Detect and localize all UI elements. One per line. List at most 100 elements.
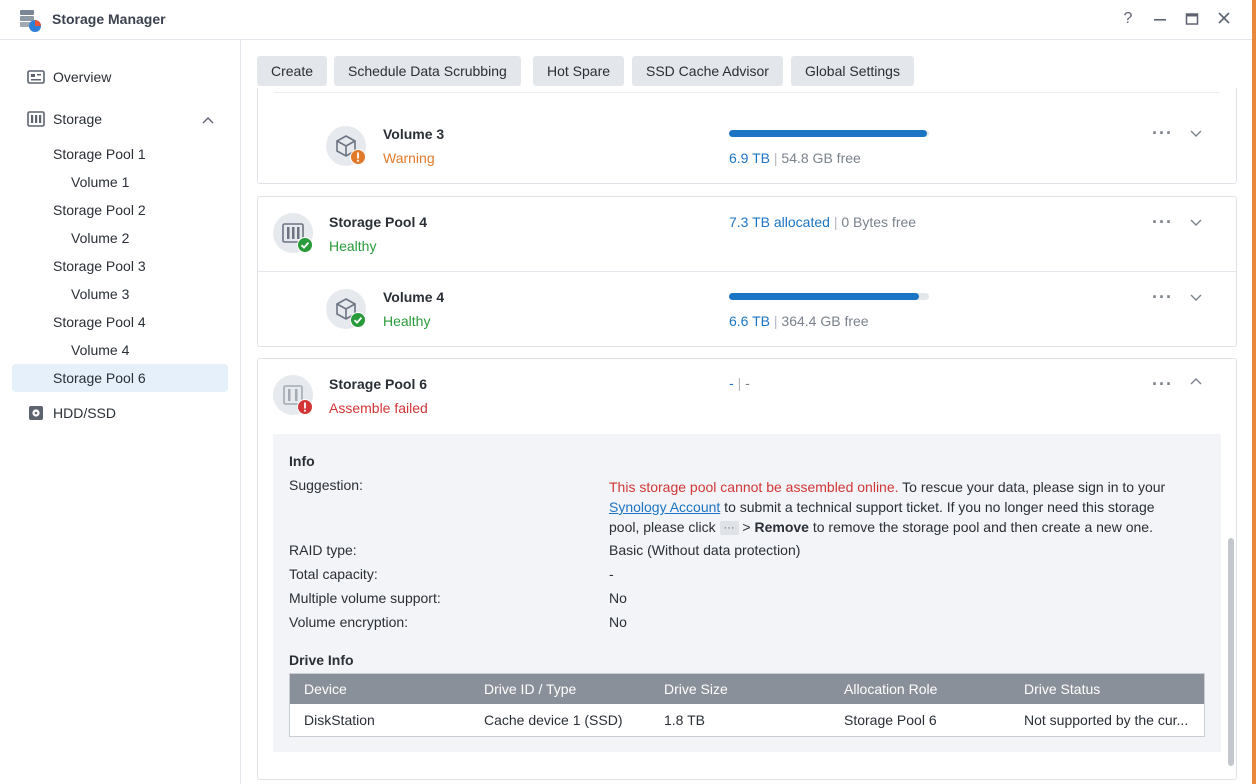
vertical-scrollbar[interactable] — [1228, 538, 1234, 766]
row-divider — [258, 271, 1236, 272]
column-header-drive-size[interactable]: Drive Size — [664, 674, 728, 704]
separator: | — [773, 150, 778, 166]
volume-encryption-value: No — [609, 614, 627, 630]
volume-3-free: 54.8 GB free — [781, 150, 861, 166]
raid-type-value: Basic (Without data protection) — [609, 542, 801, 558]
storage-manager-window: Storage Manager ? Overview Storage Stora… — [0, 0, 1252, 784]
volume-3-usage-bar — [729, 130, 929, 137]
sidebar-item-storage-pool-4[interactable]: Storage Pool 4 — [53, 308, 146, 336]
drive-info-heading: Drive Info — [289, 652, 354, 668]
suggestion-text: This storage pool cannot be assembled on… — [609, 477, 1209, 537]
minimize-button[interactable] — [1149, 8, 1171, 30]
suggestion-part-4: > — [738, 519, 755, 535]
volume-3-used: 6.9 TB — [729, 150, 770, 166]
volume-3-name[interactable]: Volume 3 — [383, 126, 444, 142]
more-options-icon[interactable]: ··· — [1152, 375, 1173, 393]
warning-icon — [350, 149, 366, 168]
volume-4-status: Healthy — [383, 313, 431, 329]
storage-pool-4-name[interactable]: Storage Pool 4 — [329, 214, 427, 230]
column-header-allocation-role[interactable]: Allocation Role — [844, 674, 937, 704]
volume-4-free: 364.4 GB free — [781, 313, 869, 329]
sidebar-item-storage-pool-1[interactable]: Storage Pool 1 — [53, 140, 146, 168]
error-icon — [297, 399, 313, 418]
storage-pool-6-allocated: - — [729, 375, 734, 391]
suggestion-error: This storage pool cannot be assembled on… — [609, 479, 899, 495]
volume-encryption-label: Volume encryption: — [289, 614, 409, 630]
cell-drive-id-type: Cache device 1 (SSD) — [484, 712, 623, 728]
separator: | — [773, 313, 778, 329]
hdd-icon — [28, 405, 44, 424]
sidebar-item-storage[interactable]: Storage — [53, 105, 102, 133]
create-button[interactable]: Create — [257, 56, 328, 86]
suggestion-part-2: to submit a technical support ticket. If… — [720, 499, 1155, 515]
total-capacity-value: - — [609, 566, 614, 582]
total-capacity-label: Total capacity: — [289, 566, 378, 582]
volume-3-capacity: 6.9 TB | 54.8 GB free — [729, 150, 861, 166]
storage-pool-4-status: Healthy — [329, 238, 377, 254]
close-button[interactable] — [1213, 8, 1235, 30]
drive-info-table: Device Drive ID / Type Drive Size Alloca… — [289, 673, 1205, 737]
cell-drive-size: 1.8 TB — [664, 712, 705, 728]
sidebar: Overview Storage Storage Pool 1 Volume 1… — [0, 40, 241, 784]
column-header-drive-id-type[interactable]: Drive ID / Type — [484, 674, 576, 704]
chevron-down-icon[interactable] — [1188, 125, 1204, 141]
suggestion-part-1: To rescue your data, please sign in to y… — [898, 479, 1166, 495]
storage-pool-6-info-panel: Info Suggestion: This storage pool canno… — [273, 434, 1221, 752]
volume-4-capacity: 6.6 TB | 364.4 GB free — [729, 313, 869, 329]
storage-icon — [27, 111, 45, 130]
sidebar-item-volume-1[interactable]: Volume 1 — [71, 168, 129, 196]
hot-spare-button[interactable]: Hot Spare — [533, 56, 625, 86]
more-options-inline-icon: ··· — [719, 521, 739, 535]
row-divider — [274, 92, 1220, 93]
ssd-cache-advisor-button[interactable]: SSD Cache Advisor — [632, 56, 783, 86]
chevron-up-icon[interactable] — [201, 113, 215, 129]
chevron-down-icon[interactable] — [1188, 214, 1204, 230]
sidebar-item-storage-pool-6[interactable]: Storage Pool 6 — [53, 364, 146, 392]
main-content: Create Schedule Data Scrubbing Hot Spare… — [241, 40, 1252, 784]
storage-pool-4-allocated: 7.3 TB allocated — [729, 214, 830, 230]
synology-account-link[interactable]: Synology Account — [609, 499, 720, 515]
chevron-down-icon[interactable] — [1188, 289, 1204, 305]
sidebar-item-overview[interactable]: Overview — [53, 63, 111, 91]
volume-4-used: 6.6 TB — [729, 313, 770, 329]
cell-drive-status: Not supported by the cur... — [1024, 712, 1189, 728]
cell-device: DiskStation — [304, 712, 375, 728]
maximize-button[interactable] — [1181, 8, 1203, 30]
sidebar-item-storage-pool-2[interactable]: Storage Pool 2 — [53, 196, 146, 224]
storage-pool-6-capacity: - | - — [729, 375, 750, 391]
storage-pool-4-free: 0 Bytes free — [841, 214, 917, 230]
multiple-volume-support-label: Multiple volume support: — [289, 590, 441, 606]
schedule-data-scrubbing-button[interactable]: Schedule Data Scrubbing — [334, 56, 521, 86]
sidebar-item-volume-4[interactable]: Volume 4 — [71, 336, 129, 364]
volume-4-name[interactable]: Volume 4 — [383, 289, 444, 305]
raid-type-label: RAID type: — [289, 542, 357, 558]
chevron-up-icon[interactable] — [1188, 374, 1204, 390]
volume-4-usage-bar — [729, 293, 929, 300]
overview-icon — [27, 69, 45, 88]
global-settings-button[interactable]: Global Settings — [791, 56, 914, 86]
column-header-drive-status[interactable]: Drive Status — [1024, 674, 1100, 704]
toolbar: Create Schedule Data Scrubbing Hot Spare… — [241, 40, 1252, 88]
separator: | — [833, 214, 838, 230]
volume-3-status: Warning — [383, 150, 435, 166]
healthy-check-icon — [297, 237, 313, 256]
storage-pool-6-free: - — [745, 375, 750, 391]
column-header-device[interactable]: Device — [304, 674, 347, 704]
storage-pool-6-card: Storage Pool 6 Assemble failed - | - ···… — [257, 358, 1237, 780]
suggestion-label: Suggestion: — [289, 477, 363, 493]
sidebar-item-volume-2[interactable]: Volume 2 — [71, 224, 129, 252]
storage-pool-4-capacity: 7.3 TB allocated | 0 Bytes free — [729, 214, 916, 230]
sidebar-item-volume-3[interactable]: Volume 3 — [71, 280, 129, 308]
info-heading: Info — [289, 453, 315, 469]
more-options-icon[interactable]: ··· — [1152, 213, 1173, 231]
sidebar-item-storage-pool-3[interactable]: Storage Pool 3 — [53, 252, 146, 280]
volume-3-usage-fill — [729, 130, 927, 137]
sidebar-item-hdd-ssd[interactable]: HDD/SSD — [53, 399, 116, 427]
more-options-icon[interactable]: ··· — [1152, 288, 1173, 306]
storage-pool-6-name[interactable]: Storage Pool 6 — [329, 376, 427, 392]
storage-manager-app-icon — [18, 9, 42, 32]
help-icon[interactable]: ? — [1117, 8, 1139, 30]
more-options-icon[interactable]: ··· — [1152, 124, 1173, 142]
storage-pool-4-card: Storage Pool 4 Healthy 7.3 TB allocated … — [257, 196, 1237, 347]
multiple-volume-support-value: No — [609, 590, 627, 606]
